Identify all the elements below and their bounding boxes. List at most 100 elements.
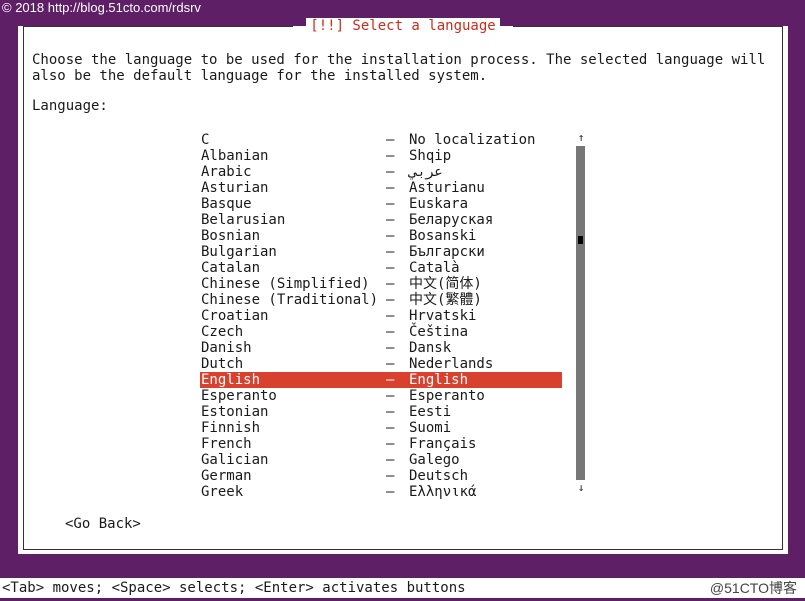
language-option[interactable]: Catalan – Català xyxy=(200,260,562,276)
language-separator: – xyxy=(386,484,395,500)
language-option[interactable]: Bulgarian – Български xyxy=(200,244,562,260)
go-back-button[interactable]: <Go Back> xyxy=(65,516,141,532)
language-option[interactable]: Albanian – Shqip xyxy=(200,148,562,164)
language-native-name: Bosanski xyxy=(409,228,477,244)
language-name: Asturian xyxy=(201,180,269,196)
language-separator: – xyxy=(386,324,395,340)
language-separator: – xyxy=(386,468,395,484)
language-name: English xyxy=(201,372,261,388)
watermark-bottom: @51CTO博客 xyxy=(709,580,797,596)
language-name: Belarusian xyxy=(201,212,286,228)
language-option[interactable]: Belarusian – Беларуская xyxy=(200,212,562,228)
language-name: Galician xyxy=(201,452,269,468)
language-separator: – xyxy=(386,180,395,196)
installer-screen: © 2018 http://blog.51cto.com/rdsrv [!!] … xyxy=(0,0,805,601)
language-native-name: Asturianu xyxy=(409,180,485,196)
language-name: Albanian xyxy=(201,148,269,164)
scrollbar-track[interactable] xyxy=(576,146,585,480)
language-name: Chinese (Traditional) xyxy=(201,292,379,308)
language-native-name: Ελληνικά xyxy=(409,484,477,500)
language-name: Chinese (Simplified) xyxy=(201,276,370,292)
language-native-name: Euskara xyxy=(409,196,469,212)
language-option[interactable]: Greek – Ελληνικά xyxy=(200,484,562,500)
language-dialog: [!!] Select a language Choose the langua… xyxy=(18,18,788,554)
status-bar: <Tab> moves; <Space> selects; <Enter> ac… xyxy=(0,578,805,598)
language-name: Basque xyxy=(201,196,252,212)
language-separator: – xyxy=(386,436,395,452)
language-option[interactable]: Estonian – Eesti xyxy=(200,404,562,420)
language-separator: – xyxy=(386,308,395,324)
language-option[interactable]: Danish – Dansk xyxy=(200,340,562,356)
language-name: Arabic xyxy=(201,164,252,180)
keyboard-hint: <Tab> moves; <Space> selects; <Enter> ac… xyxy=(2,580,466,596)
language-name: Esperanto xyxy=(201,388,277,404)
language-native-name: Dansk xyxy=(409,340,452,356)
language-option[interactable]: Croatian – Hrvatski xyxy=(200,308,562,324)
language-scrollbar[interactable]: ↑ ↓ xyxy=(576,132,586,494)
language-list[interactable]: C – No localization Albanian – Shqip Arabic – عر… xyxy=(200,132,562,500)
language-separator: – xyxy=(386,372,395,388)
dialog-title-wrap: [!!] Select a language xyxy=(18,17,788,35)
language-option[interactable]: C – No localization xyxy=(200,132,562,148)
language-option[interactable]: Chinese (Simplified) – 中文(简体) xyxy=(200,276,562,292)
down-arrow-icon[interactable]: ↓ xyxy=(576,482,586,494)
language-name: Bosnian xyxy=(201,228,261,244)
language-name: Danish xyxy=(201,340,252,356)
language-native-name: Català xyxy=(409,260,460,276)
language-option[interactable]: Dutch – Nederlands xyxy=(200,356,562,372)
language-option[interactable]: German – Deutsch xyxy=(200,468,562,484)
language-native-name: English xyxy=(409,372,469,388)
language-option[interactable]: Galician – Galego xyxy=(200,452,562,468)
language-separator: – xyxy=(386,260,395,276)
language-separator: – xyxy=(386,276,395,292)
scrollbar-thumb[interactable] xyxy=(578,236,583,244)
language-option[interactable]: Asturian – Asturianu xyxy=(200,180,562,196)
language-native-name: Беларуская xyxy=(409,212,494,228)
language-native-name: 中文(简体) xyxy=(409,276,482,292)
language-native-name: Français xyxy=(409,436,477,452)
language-name: Greek xyxy=(201,484,244,500)
language-option[interactable]: French – Français xyxy=(200,436,562,452)
language-name: Czech xyxy=(201,324,244,340)
language-native-name: No localization xyxy=(409,132,536,148)
language-option[interactable]: Esperanto – Esperanto xyxy=(200,388,562,404)
language-name: Estonian xyxy=(201,404,269,420)
language-native-name: Eesti xyxy=(409,404,452,420)
language-option[interactable]: Basque – Euskara xyxy=(200,196,562,212)
language-name: Bulgarian xyxy=(201,244,277,260)
language-option[interactable]: English – English xyxy=(200,372,562,388)
language-native-name: Suomi xyxy=(409,420,452,436)
language-label: Language: xyxy=(32,98,108,114)
language-name: Dutch xyxy=(201,356,244,372)
dialog-intro: Choose the language to be used for the i… xyxy=(32,52,766,84)
language-native-name: Čeština xyxy=(409,324,469,340)
language-native-name: Hrvatski xyxy=(409,308,477,324)
language-name: German xyxy=(201,468,252,484)
language-separator: – xyxy=(386,340,395,356)
language-option[interactable]: Finnish – Suomi xyxy=(200,420,562,436)
language-separator: – xyxy=(386,292,395,308)
language-native-name: عربي xyxy=(409,164,443,180)
language-option[interactable]: Chinese (Traditional) – 中文(繁體) xyxy=(200,292,562,308)
language-separator: – xyxy=(386,212,395,228)
language-native-name: Deutsch xyxy=(409,468,469,484)
language-separator: – xyxy=(386,388,395,404)
language-native-name: Shqip xyxy=(409,148,452,164)
language-native-name: Galego xyxy=(409,452,460,468)
language-option[interactable]: Bosnian – Bosanski xyxy=(200,228,562,244)
language-separator: – xyxy=(386,420,395,436)
language-name: C xyxy=(201,132,210,148)
language-native-name: Български xyxy=(409,244,485,260)
language-separator: – xyxy=(386,164,395,180)
language-option[interactable]: Czech – Čeština xyxy=(200,324,562,340)
language-separator: – xyxy=(386,196,395,212)
language-name: Croatian xyxy=(201,308,269,324)
watermark-top: © 2018 http://blog.51cto.com/rdsrv xyxy=(2,0,201,15)
language-name: Catalan xyxy=(201,260,261,276)
language-separator: – xyxy=(386,404,395,420)
language-separator: – xyxy=(386,148,395,164)
language-option[interactable]: Arabic – عربي xyxy=(200,164,562,180)
language-native-name: 中文(繁體) xyxy=(409,292,482,308)
language-separator: – xyxy=(386,132,395,148)
up-arrow-icon[interactable]: ↑ xyxy=(576,132,586,144)
